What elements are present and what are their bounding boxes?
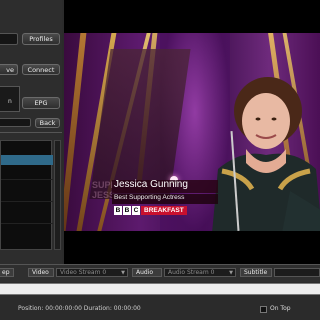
audio-label: Audio [132,268,162,277]
mid-text: n [8,98,12,105]
audio-stream-select[interactable]: Audio Stream 0 ▼ [164,268,236,277]
lower-third: SUPPO JESS Jessica Gunning Best Supporti… [92,178,218,222]
top-field[interactable] [0,33,18,45]
epg-button[interactable]: EPG [22,97,60,109]
ep-label: ep [0,268,14,277]
video-letterbox-bottom [64,231,320,264]
channel-name: BREAKFAST [141,206,187,215]
video-letterbox-top [64,0,320,33]
bar-field[interactable] [0,118,31,127]
video-frame: SUPPO JESS Jessica Gunning Best Supporti… [64,33,320,231]
bbc-letter-b1: B [114,206,122,215]
presenter-name: Jessica Gunning [114,179,188,190]
list-row[interactable] [1,201,53,202]
ontop-checkbox[interactable] [260,306,267,313]
list-scrollbar[interactable] [54,140,61,250]
subtitle-label: Subtitle [240,268,272,277]
video-label: Video [28,268,54,277]
video-stream-select[interactable]: Video Stream 0 ▼ [56,268,128,277]
audio-stream-value: Audio Stream 0 [168,269,215,276]
subtitle-select[interactable] [274,268,320,277]
connect-button[interactable]: Connect [22,64,60,75]
bbc-letter-c: C [132,206,140,215]
video-area[interactable]: SUPPO JESS Jessica Gunning Best Supporti… [64,0,320,264]
ontop-label: On Top [270,305,291,312]
save-button[interactable]: ve [0,64,18,75]
back-button[interactable]: Back [35,118,60,128]
bbc-letter-b2: B [123,206,131,215]
position-readout: Position: 00:00:00:00 Duration: 00:00:00 [18,305,141,312]
list-header-highlight [1,155,53,165]
seek-bar[interactable] [0,283,320,295]
list-row[interactable] [1,223,53,224]
profiles-button[interactable]: Profiles [22,33,60,45]
list-row[interactable] [1,179,53,180]
bbc-logo: B B C BREAKFAST [114,206,187,215]
video-stream-value: Video Stream 0 [60,269,107,276]
chevron-down-icon: ▼ [229,270,233,276]
list-separator [0,132,62,133]
presenter-role: Best Supporting Actress [114,194,185,201]
channel-list[interactable] [0,140,53,250]
chevron-down-icon: ▼ [121,270,125,276]
